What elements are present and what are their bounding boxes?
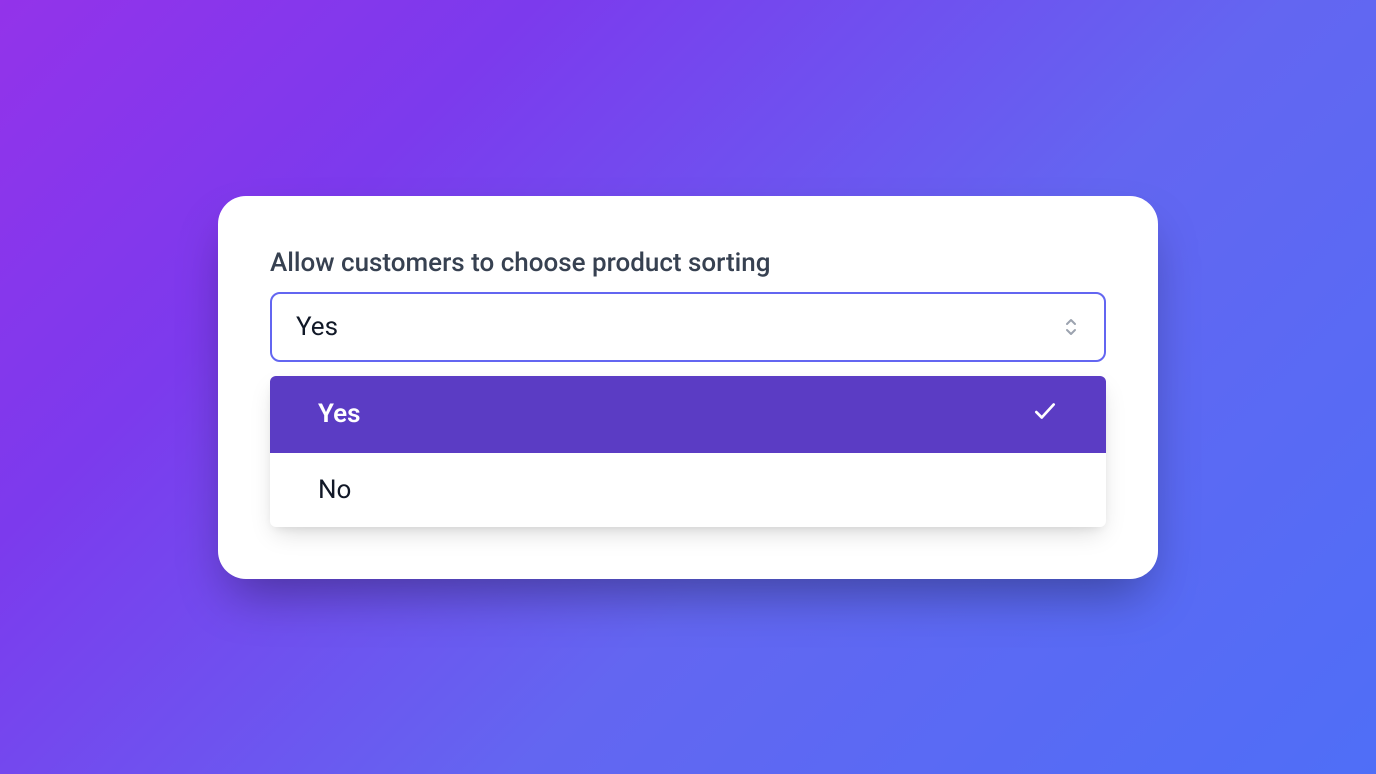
option-label: No (318, 475, 351, 505)
select-label: Allow customers to choose product sortin… (270, 248, 1106, 278)
option-yes[interactable]: Yes (270, 376, 1106, 453)
select-dropdown[interactable]: Yes (270, 292, 1106, 362)
option-label: Yes (318, 399, 361, 429)
settings-card: Allow customers to choose product sortin… (218, 196, 1158, 579)
select-value: Yes (296, 312, 338, 342)
option-no[interactable]: No (270, 453, 1106, 527)
check-icon (1032, 398, 1058, 431)
chevron-up-down-icon (1062, 316, 1080, 338)
dropdown-options: Yes No (270, 376, 1106, 527)
